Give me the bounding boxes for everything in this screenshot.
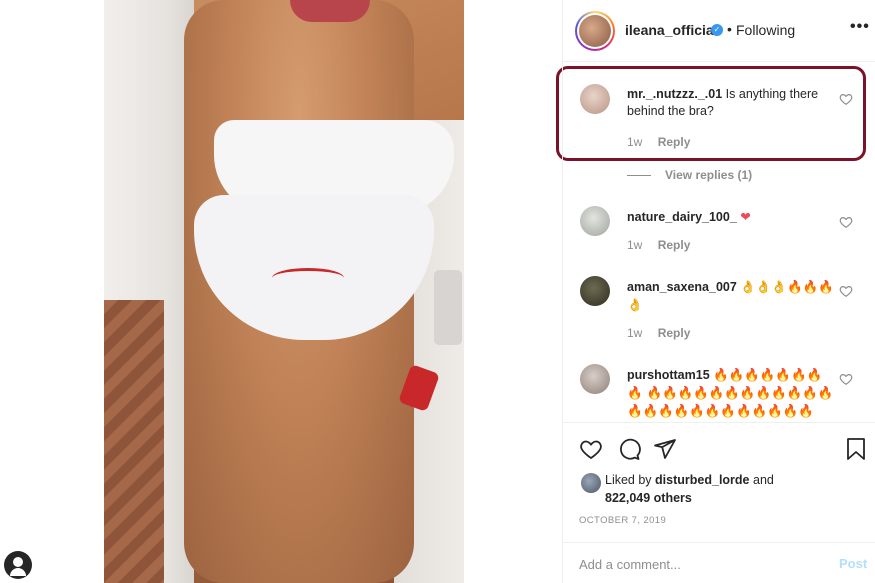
profile-icon[interactable] (4, 551, 32, 579)
heart-icon[interactable] (839, 215, 853, 229)
liker-username[interactable]: disturbed_lorde (655, 473, 749, 487)
comment-body: purshottam15 🔥🔥🔥🔥🔥🔥🔥🔥 🔥🔥🔥🔥🔥🔥🔥🔥🔥🔥🔥🔥 🔥🔥🔥🔥🔥… (627, 366, 837, 420)
share-icon[interactable] (653, 437, 677, 461)
post-actions: Liked by disturbed_lorde and 822,049 oth… (563, 422, 875, 542)
likes-conj: and (753, 473, 774, 487)
heart-icon[interactable] (579, 437, 603, 461)
post-date[interactable]: OCTOBER 7, 2019 (579, 515, 666, 526)
comment-text: ❤ (740, 209, 751, 224)
photo-phone (434, 270, 462, 345)
photo-lips (290, 0, 370, 22)
comment-username[interactable]: nature_dairy_100_ (627, 210, 737, 224)
comment-age: 1w (627, 135, 643, 149)
post-side-panel: ileana_official ✓ • Following ••• mr._.n… (562, 0, 875, 583)
comment-meta: 1w Reply (627, 238, 702, 252)
heart-icon[interactable] (839, 284, 853, 298)
instagram-post-modal: ileana_official ✓ • Following ••• mr._.n… (0, 0, 875, 583)
view-replies-label: View replies (1) (665, 168, 753, 182)
likes-prefix: Liked by (605, 473, 652, 487)
add-comment-bar: Post (563, 542, 875, 583)
post-header: ileana_official ✓ • Following ••• (563, 0, 875, 62)
comment-icon[interactable] (617, 437, 641, 461)
reply-button[interactable]: Reply (658, 135, 691, 149)
photo-lace (272, 268, 344, 288)
view-replies-button[interactable]: View replies (1) (627, 168, 752, 182)
reply-button[interactable]: Reply (658, 326, 691, 340)
comment-body: aman_saxena_007 👌👌👌🔥🔥🔥 👌 (627, 278, 837, 314)
photo-deck (104, 300, 164, 583)
liker-avatar[interactable] (581, 473, 601, 493)
commenter-avatar[interactable] (580, 364, 610, 394)
comment-username[interactable]: mr._.nutzzz._.01 (627, 87, 722, 101)
likes-count[interactable]: 822,049 others (605, 491, 692, 505)
comments-list: mr._.nutzzz._.01 Is anything there behin… (563, 62, 875, 422)
owner-username[interactable]: ileana_official (625, 22, 718, 38)
heart-icon[interactable] (839, 92, 853, 106)
header-separator: • (727, 21, 732, 37)
comment-body: mr._.nutzzz._.01 Is anything there behin… (627, 86, 837, 120)
comment-age: 1w (627, 326, 643, 340)
commenter-avatar[interactable] (580, 84, 610, 114)
post-button[interactable]: Post (839, 556, 867, 571)
owner-avatar[interactable] (575, 11, 615, 51)
following-button[interactable]: Following (736, 22, 795, 38)
comment-username[interactable]: aman_saxena_007 (627, 280, 737, 294)
commenter-avatar[interactable] (580, 206, 610, 236)
comment-meta: 1w Reply (627, 135, 702, 149)
bookmark-icon[interactable] (844, 437, 868, 461)
comment-age: 1w (627, 238, 643, 252)
comment-username[interactable]: purshottam15 (627, 368, 710, 382)
likes-summary: Liked by disturbed_lorde and 822,049 oth… (605, 471, 825, 507)
comment-body: nature_dairy_100_ ❤ (627, 208, 837, 226)
add-comment-input[interactable] (579, 555, 809, 573)
more-icon[interactable]: ••• (850, 18, 870, 36)
verified-icon: ✓ (711, 24, 723, 36)
heart-icon[interactable] (839, 372, 853, 386)
comment-meta: 1w Reply (627, 326, 702, 340)
commenter-avatar[interactable] (580, 276, 610, 306)
post-photo[interactable] (104, 0, 464, 583)
reply-button[interactable]: Reply (658, 238, 691, 252)
